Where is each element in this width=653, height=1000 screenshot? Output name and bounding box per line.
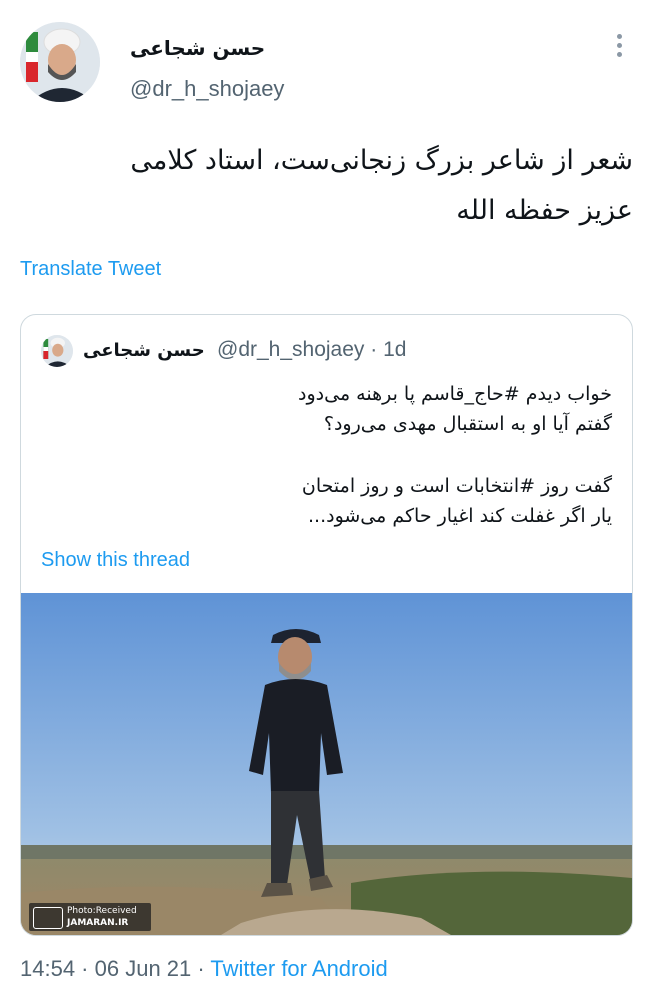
tweet-text: شعر از شاعر بزرگ زنجانی‌ست، استاد کلامی … (33, 136, 633, 236)
more-options-icon[interactable] (612, 34, 626, 62)
quoted-text-line: خواب دیدم #حاج_قاسم پا برهنه می‌دود (298, 383, 612, 405)
quoted-text-line: گفتم آیا او به استقبال مهدی می‌رود؟ (323, 413, 612, 435)
tweet-date[interactable]: 06 Jun 21 (95, 956, 192, 981)
tweet-time[interactable]: 14:54 (20, 956, 75, 981)
author-display-name[interactable]: حسن شجاعی (130, 36, 265, 60)
quoted-display-name: حسن شجاعی (83, 340, 205, 361)
watermark-logo-icon (33, 907, 63, 929)
translate-tweet-link[interactable]: Translate Tweet (20, 258, 161, 281)
show-thread-link[interactable]: Show this thread (41, 549, 190, 572)
separator: · (75, 956, 95, 981)
tweet-text-line: عزیز حفظه الله (456, 195, 633, 226)
quoted-avatar (41, 335, 73, 367)
watermark-line1: Photo:Received (67, 906, 137, 916)
author-handle[interactable]: @dr_h_shojaey (130, 76, 284, 102)
tweet-source-link[interactable]: Twitter for Android (210, 956, 387, 981)
photo-watermark: Photo:Received JAMARAN.IR (29, 903, 151, 931)
watermark-line2: JAMARAN.IR (67, 918, 129, 928)
tweet-metadata: 14:54 · 06 Jun 21 · Twitter for Android (20, 956, 388, 982)
quoted-text-line: یار اگر غفلت کند اغیار حاکم می‌شود... (307, 505, 612, 527)
quoted-text-line: گفت روز #انتخابات است و روز امتحان (301, 475, 612, 497)
quoted-tweet-text: خواب دیدم #حاج_قاسم پا برهنه می‌دود گفتم… (52, 379, 612, 531)
avatar[interactable] (20, 22, 100, 102)
quoted-photo[interactable] (21, 593, 632, 935)
quoted-tweet-card[interactable]: حسن شجاعی @dr_h_shojaey · 1d خواب دیدم #… (20, 314, 633, 936)
quoted-handle-time: @dr_h_shojaey · 1d (217, 338, 407, 361)
tweet-text-line: شعر از شاعر بزرگ زنجانی‌ست، استاد کلامی (130, 145, 633, 176)
separator: · (191, 956, 211, 981)
